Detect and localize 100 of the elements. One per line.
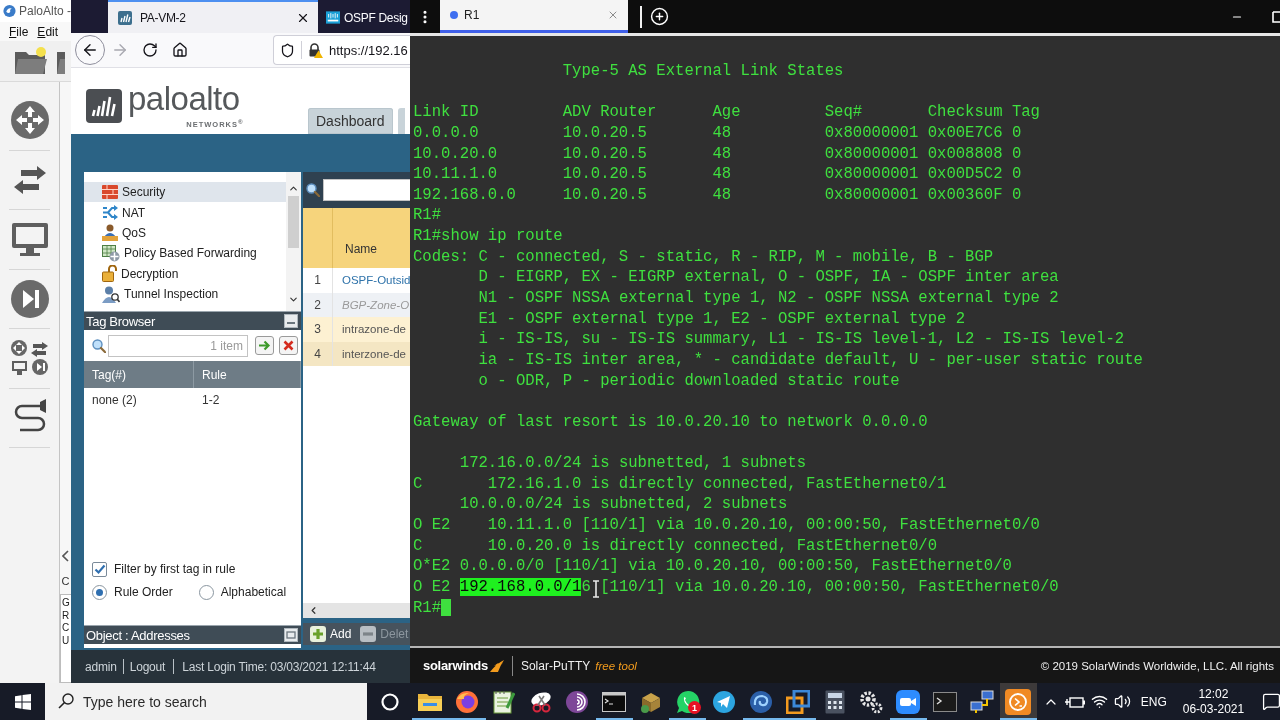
address-field[interactable]: https://192.16: [273, 35, 410, 65]
rule-name[interactable]: intrazone-de: [333, 317, 410, 342]
column-header[interactable]: Tag(#): [84, 361, 194, 388]
terminal-line: R1#: [413, 205, 442, 227]
folder-icon[interactable]: [14, 46, 48, 76]
toolbar-button[interactable]: Add: [310, 626, 352, 642]
terminal-line: O E2 192.168.0.0/16 [110/1] via 10.0.20.10, 00:00:50, FastEthernet0/0: [413, 577, 1059, 598]
network-icon: [969, 689, 994, 714]
brick-wall-icon: [102, 185, 118, 200]
product-name: Solar-PuTTY: [520, 658, 591, 673]
panel-title: Object : Addresses: [86, 627, 190, 643]
policy-type-item[interactable]: Tunnel Inspection: [84, 283, 286, 305]
router-icon[interactable]: [9, 100, 50, 141]
taskbar-button[interactable]: [1000, 683, 1037, 720]
close-icon: [283, 340, 294, 351]
console-line: R: [62, 609, 71, 622]
copyright-text: © 2019 SolarWinds Worldwide, LLC. All rights: [1040, 659, 1274, 672]
console-window-icon: [602, 691, 627, 712]
terminal-line: Link ID ADV Router Age Seq# Checksum Tag: [413, 102, 1040, 123]
scrollbar[interactable]: [303, 603, 410, 618]
search-field[interactable]: [323, 179, 410, 201]
rule-name[interactable]: interzone-de: [333, 341, 410, 366]
menu-item[interactable]: Edit: [37, 24, 59, 39]
chevron-down-icon[interactable]: [288, 294, 299, 305]
notepad-icon: [492, 689, 515, 714]
terminal-line: Type-5 AS External Link States: [562, 61, 844, 82]
nav-tab[interactable]: Dashboard: [308, 108, 393, 134]
radio-button[interactable]: [92, 584, 107, 600]
terminal-line: 192.168.0.0 10.0.20.5 48 0x80000001 0x00360F 0: [413, 184, 1022, 206]
product-note: free tool: [595, 659, 637, 672]
console-line: G: [62, 597, 71, 610]
search-icon: [306, 183, 320, 197]
status-dot-icon: [450, 11, 458, 19]
wifi-icon[interactable]: [1090, 693, 1108, 710]
volume-icon[interactable]: [1113, 693, 1131, 710]
maximize-icon[interactable]: [1272, 10, 1280, 23]
scrollbar[interactable]: [286, 172, 301, 311]
terminal-icon: [932, 691, 957, 712]
grid-arrows-icon: [102, 244, 120, 262]
block-cursor-icon: [441, 599, 452, 617]
onion-icon: [565, 689, 590, 714]
policy-type-item[interactable]: Policy Based Forwarding: [84, 243, 286, 264]
user-name: admin: [85, 659, 117, 674]
session-tab[interactable]: R1: [440, 0, 628, 33]
minimize-icon[interactable]: [284, 314, 298, 328]
clear-filter-button[interactable]: [279, 336, 298, 355]
radio-button[interactable]: [198, 584, 214, 600]
terminal-line: o - ODR, P - periodic downloaded static route: [478, 370, 900, 392]
skip-forward-icon[interactable]: [9, 278, 50, 319]
text-cursor-icon: [591, 580, 600, 598]
minus-icon: [360, 626, 377, 642]
policy-type-item[interactable]: Decryption: [84, 263, 286, 284]
stacked-squares-icon: [785, 689, 810, 714]
apply-filter-button[interactable]: [255, 336, 274, 355]
policy-type-item[interactable]: QoS: [84, 222, 286, 244]
browser-tab[interactable]: PA-VM-2: [108, 0, 318, 33]
row-number: 4: [303, 341, 333, 366]
bars-favicon-icon: [118, 10, 132, 25]
globe-icon: [455, 689, 480, 714]
language-indicator[interactable]: ENG: [1140, 694, 1167, 709]
menu-item[interactable]: File: [9, 24, 29, 39]
clock[interactable]: 12:02 06-03-2021: [1182, 686, 1245, 717]
checkbox-label: Filter by first tag in rule: [114, 562, 236, 576]
panel-title: Tag Browser: [86, 313, 155, 329]
flame-logo-icon: [489, 659, 504, 672]
brand-logo-text: solarwinds: [423, 658, 488, 673]
terminal-line: C 172.16.1.0 is directly connected, FastEthernet0/1: [413, 473, 947, 495]
battery-plug-icon[interactable]: [1064, 694, 1085, 709]
notification-icon[interactable]: [1262, 692, 1280, 711]
search-field[interactable]: Type here to search: [45, 683, 367, 720]
plus-circle-icon[interactable]: [650, 7, 669, 26]
taskbar-button[interactable]: 1: [669, 683, 706, 720]
policy-type-item[interactable]: NAT: [84, 202, 286, 223]
search-icon: [58, 693, 74, 709]
home-icon: [172, 42, 188, 58]
terminal-line: D - EIGRP, EX - EIGRP external, O - OSPF, IA - OSPF inter area: [478, 267, 1059, 289]
bars-logo-icon: [86, 89, 122, 123]
reload-icon: [142, 42, 158, 58]
logout-link[interactable]: Logout: [129, 659, 166, 674]
column-header[interactable]: Rule: [194, 361, 301, 388]
table-cell-text: 1-2: [201, 391, 221, 409]
folder-icon: [418, 691, 443, 712]
browser-tab[interactable]: OSPF Desig: [322, 0, 410, 33]
row-number: 3: [303, 317, 333, 342]
rule-name[interactable]: OSPF-Outsid: [333, 268, 410, 293]
terminal-line: 10.0.20.0 10.0.20.5 48 0x80000001 0x008808 0: [413, 143, 1022, 165]
terminal-line: 172.16.0.0/24 is subnetted, 1 subnets: [459, 453, 807, 474]
terminal-line: 0.0.0.0 10.0.20.5 48 0x80000001 0x00E7C6 0: [413, 122, 1022, 144]
chevron-left-icon[interactable]: [62, 550, 69, 562]
terminal-line: N1 - OSPF NSSA external type 1, N2 - OSPF NSSA external type 2: [478, 288, 1059, 309]
window-title: PaloAlto -: [18, 4, 71, 18]
ring-icon: [380, 692, 399, 711]
gears-icon: [859, 689, 884, 714]
plus-icon: [310, 626, 326, 642]
terminal-line: 10.0.0.0/24 is subnetted, 2 subnets: [459, 494, 788, 516]
checkbox[interactable]: [92, 561, 107, 577]
terminal-line: R1#show ip route: [413, 226, 563, 247]
striped-favicon-icon: [326, 11, 340, 24]
app-logo-icon: [3, 3, 16, 19]
policy-type-item[interactable]: Security: [84, 182, 286, 203]
